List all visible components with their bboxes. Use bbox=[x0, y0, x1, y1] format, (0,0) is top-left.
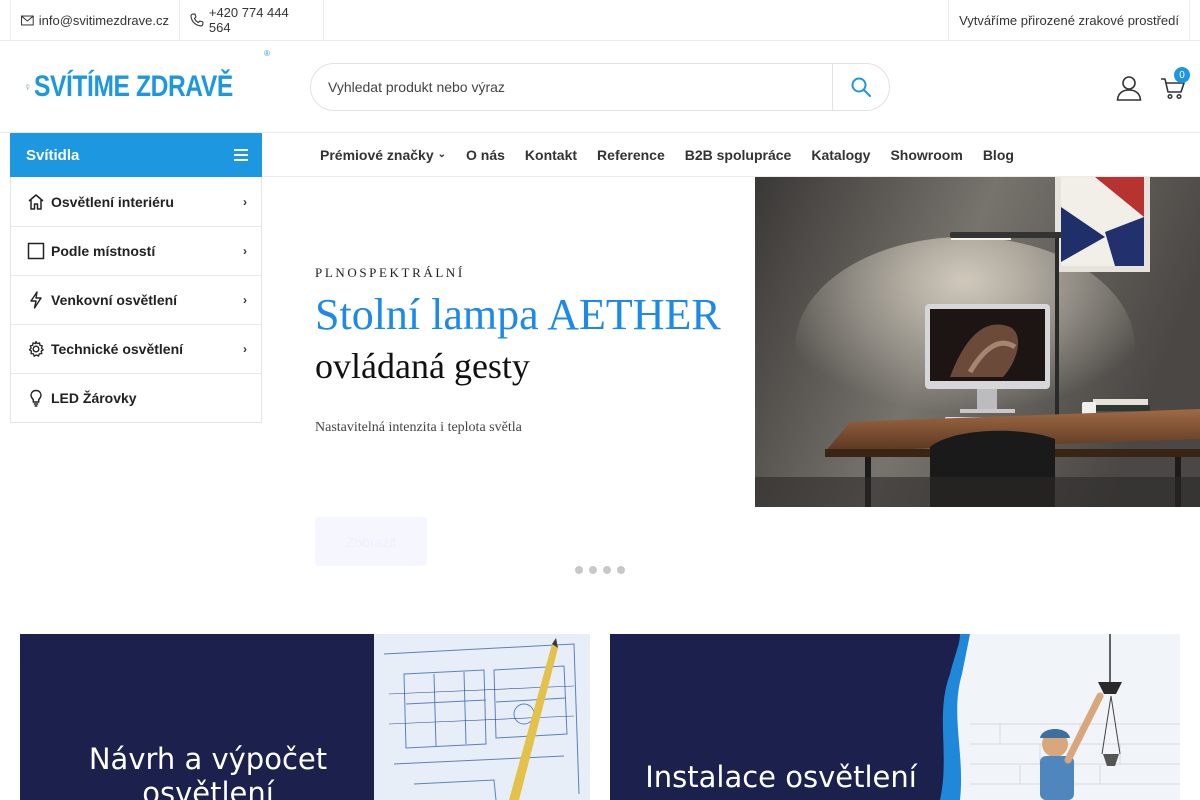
nav-label: Reference bbox=[597, 146, 665, 163]
slider-dot[interactable] bbox=[603, 566, 611, 574]
bolt-icon bbox=[27, 291, 45, 309]
logo-registered-mark: ® bbox=[264, 49, 270, 58]
banner-title-line1: Instalace osvětlení bbox=[645, 760, 917, 794]
category-menu: Osvětlení interiéru › Podle místností › … bbox=[10, 177, 262, 423]
phone-link[interactable]: +420 774 444 564 bbox=[180, 0, 324, 40]
nav-item-reference[interactable]: Reference bbox=[597, 147, 665, 163]
nav-item-premiove-znacky[interactable]: Prémiové značky ⌄ bbox=[320, 147, 446, 163]
category-item-led-bulbs[interactable]: LED Žárovky bbox=[11, 373, 261, 422]
category-item-interior[interactable]: Osvětlení interiéru › bbox=[11, 177, 261, 226]
nav-label: Katalogy bbox=[811, 146, 871, 163]
square-icon bbox=[27, 242, 45, 260]
slider-dot[interactable] bbox=[589, 566, 597, 574]
tagline-text: Vytváříme přirozené zrakové prostředí bbox=[959, 12, 1179, 28]
phone-icon bbox=[190, 13, 204, 27]
nav-item-katalogy[interactable]: Katalogy bbox=[811, 147, 870, 163]
top-bar: info@svitimezdrave.cz +420 774 444 564 V… bbox=[0, 0, 1200, 41]
user-account-icon[interactable] bbox=[1116, 75, 1142, 101]
banner-title-line1: Návrh a výpočet bbox=[88, 742, 328, 776]
chevron-right-icon: › bbox=[243, 244, 247, 258]
category-item-technical[interactable]: Technické osvětlení › bbox=[11, 324, 261, 373]
nav-label: Showroom bbox=[890, 146, 963, 163]
logo-text: SVÍTÍME ZDRAVĚ bbox=[33, 70, 233, 103]
category-item-label: Technické osvětlení bbox=[51, 341, 184, 357]
chevron-right-icon: › bbox=[243, 194, 247, 209]
main-nav: Prémiové značky ⌄ O nás Kontakt Reference… bbox=[262, 133, 1200, 177]
blueprint-image bbox=[374, 634, 590, 800]
email-text: info@svitimezdrave.cz bbox=[38, 12, 169, 28]
search-icon bbox=[851, 77, 871, 97]
bulb-icon bbox=[27, 389, 45, 407]
category-item-label: Podle místností bbox=[51, 243, 156, 259]
tagline: Vytváříme přirozené zrakové prostředí bbox=[948, 0, 1190, 40]
nav-item-blog[interactable]: Blog bbox=[983, 147, 1014, 163]
banner-title-line2: osvětlení bbox=[142, 776, 274, 800]
slider-dot[interactable] bbox=[575, 566, 583, 574]
installer-image bbox=[940, 634, 1180, 800]
phone-text: +420 774 444 564 bbox=[208, 5, 289, 35]
nav-label: Prémiové značky bbox=[320, 146, 434, 163]
banner-design-calculation[interactable]: Návrh a výpočet osvětlení bbox=[20, 634, 590, 800]
slider-dot[interactable] bbox=[617, 566, 625, 574]
nav-label: Blog bbox=[982, 146, 1014, 163]
category-item-label: Venkovní osvětlení bbox=[51, 292, 178, 308]
nav-item-kontakt[interactable]: Kontakt bbox=[525, 147, 577, 163]
hero-title: Stolní lampa AETHER bbox=[315, 290, 721, 339]
hamburger-icon bbox=[234, 149, 248, 161]
category-menu-toggle[interactable]: Svítidla bbox=[10, 133, 262, 177]
home-icon bbox=[27, 193, 45, 211]
chevron-right-icon: › bbox=[243, 293, 247, 307]
logo-figure-icon bbox=[26, 84, 30, 90]
nav-item-o-nas[interactable]: O nás bbox=[466, 147, 505, 163]
hero-title-secondary: ovládaná gesty bbox=[315, 346, 530, 386]
hero-cta-button[interactable]: Zobrazit bbox=[315, 517, 427, 566]
nav-label: O nás bbox=[466, 146, 505, 163]
nav-item-showroom[interactable]: Showroom bbox=[890, 147, 962, 163]
nav-label: B2B spolupráce bbox=[684, 146, 792, 163]
banner-installation[interactable]: Instalace osvětlení bbox=[610, 634, 1180, 800]
slider-pagination bbox=[575, 566, 625, 574]
category-item-label: LED Žárovky bbox=[51, 390, 137, 406]
header: SVÍTÍME ZDRAVĚ ® 0 bbox=[0, 41, 1200, 133]
gear-icon bbox=[27, 340, 45, 358]
chevron-right-icon: › bbox=[243, 342, 247, 356]
hero-description: Nastavitelná intenzita i teplota světla bbox=[315, 420, 522, 435]
chevron-down-icon: ⌄ bbox=[437, 149, 447, 160]
category-item-rooms[interactable]: Podle místností › bbox=[11, 226, 261, 275]
category-menu-title: Svítidla bbox=[26, 146, 80, 164]
email-link[interactable]: info@svitimezdrave.cz bbox=[10, 0, 180, 40]
category-item-label: Osvětlení interiéru bbox=[51, 193, 174, 210]
cart-count-badge: 0 bbox=[1174, 67, 1190, 83]
hero-image-desk-lamp bbox=[755, 177, 1200, 507]
nav-label: Kontakt bbox=[524, 146, 578, 163]
logo[interactable]: SVÍTÍME ZDRAVĚ bbox=[26, 57, 276, 117]
mail-icon bbox=[21, 15, 34, 25]
search-bar bbox=[310, 63, 890, 111]
hero-subtitle: PLNOSPEKTRÁLNÍ bbox=[315, 265, 465, 280]
search-button[interactable] bbox=[832, 64, 889, 110]
category-item-outdoor[interactable]: Venkovní osvětlení › bbox=[11, 275, 261, 324]
search-input[interactable] bbox=[311, 64, 832, 110]
nav-item-b2b[interactable]: B2B spolupráce bbox=[685, 147, 792, 163]
